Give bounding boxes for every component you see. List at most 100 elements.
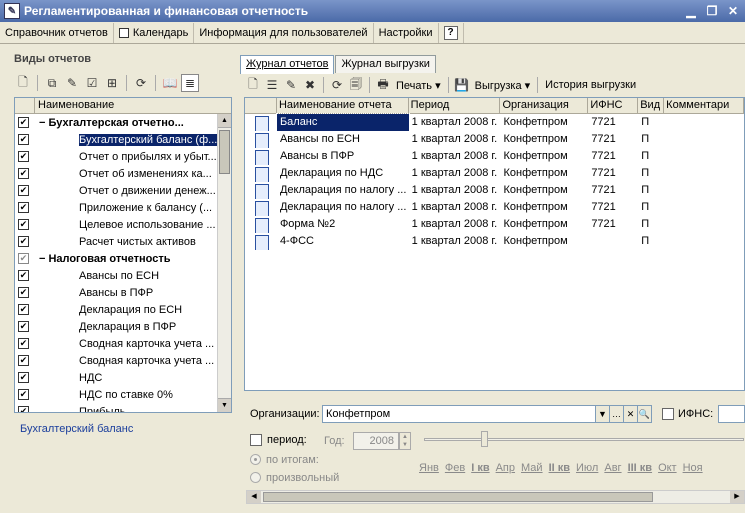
month-link[interactable]: Фев [442,462,468,474]
tree-row-checkbox[interactable]: ✔ [18,372,29,383]
org-dropdown-icon[interactable]: ▼ [595,405,610,423]
tree-row[interactable]: ✔ Авансы по ЕСН [15,267,231,284]
tree-row[interactable]: ✔ Декларация в ПФР [15,318,231,335]
tree-row-checkbox[interactable]: ✔ [18,202,29,213]
copy-icon[interactable]: ⧉ [43,74,61,92]
tab-export-journal[interactable]: Журнал выгрузки [335,55,436,73]
org-clear-icon[interactable]: ✕ [623,405,638,423]
scroll-down-icon[interactable]: ▼ [218,398,231,412]
tree-header-name[interactable]: Наименование [35,98,231,113]
tree-row-checkbox[interactable]: ✔ [18,304,29,315]
col-type[interactable]: Вид [638,98,665,113]
menu-calendar[interactable]: Календарь [114,22,195,43]
tree-row[interactable]: ✔ − Бухгалтерская отчетно... [15,114,231,131]
tree-row-checkbox[interactable]: ✔ [18,389,29,400]
month-link[interactable]: Ноя [680,462,706,474]
table-row[interactable]: Форма №2 1 квартал 2008 г. Конфетпром 7721 П [245,216,744,233]
month-link[interactable]: Май [518,462,546,474]
col-ifns[interactable]: ИФНС [588,98,639,113]
tree-row[interactable]: ✔ − Налоговая отчетность [15,250,231,267]
tree-row-checkbox[interactable]: ✔ [18,253,29,264]
col-organization[interactable]: Организация [500,98,589,113]
new-report-icon[interactable]: 🗋 [244,76,262,94]
refresh-icon[interactable]: ⟳ [132,74,150,92]
year-field[interactable]: 2008 [353,432,399,450]
org-search-icon[interactable]: 🔍 [637,405,652,423]
delete-report-icon[interactable]: ✖ [301,76,319,94]
tree-scrollbar[interactable]: ▲ ▼ [217,114,231,412]
table-row[interactable]: Авансы в ПФР 1 квартал 2008 г. Конфетпром 7… [245,148,744,165]
tree-row[interactable]: ✔ Приложение к балансу (... [15,199,231,216]
tab-reports-journal[interactable]: Журнал отчетов [240,55,335,74]
minimize-icon[interactable]: ▁ [682,3,700,19]
edit-icon[interactable]: ✎ [63,74,81,92]
period-slider-thumb[interactable] [481,431,488,447]
quarter-link[interactable]: II кв [546,462,573,474]
tree-row-checkbox[interactable]: ✔ [18,151,29,162]
month-link[interactable]: Июл [573,462,601,474]
menu-settings[interactable]: Настройки [374,22,439,43]
period-slider-track[interactable] [424,438,744,441]
tree-row[interactable]: ✔ Расчет чистых активов [15,233,231,250]
radio-by-totals[interactable] [250,454,261,465]
table-row[interactable]: Авансы по ЕСН 1 квартал 2008 г. Конфетпром… [245,131,744,148]
tree-icon[interactable]: ≣ [181,74,199,92]
period-checkbox[interactable] [250,434,262,446]
tree-row[interactable]: ✔ Авансы в ПФР [15,284,231,301]
period-scrollbar[interactable]: ◀ ▶ [246,490,745,504]
scroll-left-icon[interactable]: ◀ [247,491,261,503]
history-icon[interactable]: 🗐 [347,76,365,94]
year-spinner-icon[interactable]: ▲ ▼ [399,432,411,450]
radio-custom[interactable] [250,472,261,483]
col-period[interactable]: Период [409,98,501,113]
new-icon[interactable]: 🗋 [14,74,32,92]
quarter-link[interactable]: III кв [625,462,656,474]
collapse-icon[interactable]: − [39,117,45,129]
quarter-link[interactable]: I кв [468,462,492,474]
tree-row[interactable]: ✔ Отчет о движении денеж... [15,182,231,199]
col-comment[interactable]: Комментари [664,98,744,113]
tree-row[interactable]: ✔ Отчет об изменениях ка... [15,165,231,182]
month-link[interactable]: Апр [493,462,518,474]
check-all-icon[interactable]: ☑ [83,74,101,92]
tree-row[interactable]: ✔ Сводная карточка учета ... [15,352,231,369]
edit-report-icon[interactable]: ✎ [282,76,300,94]
scroll-thumb[interactable] [263,492,653,502]
export-history-button[interactable]: История выгрузки [542,79,639,91]
scroll-right-icon[interactable]: ▶ [730,491,744,503]
menu-reports-directory[interactable]: Справочник отчетов [0,22,114,43]
tree-row-checkbox[interactable]: ✔ [18,219,29,230]
scroll-up-icon[interactable]: ▲ [218,114,231,128]
org-field[interactable]: Конфетпром [322,405,638,423]
col-icon[interactable] [245,98,277,113]
collapse-icon[interactable]: − [39,253,45,265]
tree-row[interactable]: ✔ Декларация по ЕСН [15,301,231,318]
tree-row-checkbox[interactable]: ✔ [18,134,29,145]
maximize-icon[interactable]: ❐ [703,3,721,19]
tree-row-checkbox[interactable]: ✔ [18,236,29,247]
tree-row[interactable]: ✔ Сводная карточка учета ... [15,335,231,352]
ifns-checkbox[interactable] [662,408,674,420]
col-report-name[interactable]: Наименование отчета [277,98,409,113]
tree-row[interactable]: ✔ Бухгалтерский баланс (ф... [15,131,231,148]
export-button[interactable]: Выгрузка ▾ [472,79,534,92]
tree-row[interactable]: ✔ Прибыль [15,403,231,412]
print-button[interactable]: Печать ▾ [393,79,444,92]
tree-row[interactable]: ✔ НДС [15,369,231,386]
table-row[interactable]: 4-ФСС 1 квартал 2008 г. Конфетпром П [245,233,744,250]
table-row[interactable]: Декларация по налогу ... 1 квартал 2008 г… [245,199,744,216]
book-icon[interactable]: 📖 [161,74,179,92]
scroll-thumb[interactable] [219,130,230,174]
tree-row-checkbox[interactable]: ✔ [18,287,29,298]
menu-user-info[interactable]: Информация для пользователей [194,22,374,43]
table-row[interactable]: Декларация по НДС 1 квартал 2008 г. Конфет… [245,165,744,182]
tree-row-checkbox[interactable]: ✔ [18,321,29,332]
tree-row[interactable]: ✔ Отчет о прибылях и убыт... [15,148,231,165]
tree-row[interactable]: ✔ НДС по ставке 0% [15,386,231,403]
tree-row-checkbox[interactable]: ✔ [18,406,29,412]
help-icon[interactable]: ? [443,25,458,40]
tree-row-checkbox[interactable]: ✔ [18,168,29,179]
tree-view-icon[interactable]: ☰ [263,76,281,94]
table-row[interactable]: Баланс 1 квартал 2008 г. Конфетпром 7721 П [245,113,744,132]
month-link[interactable]: Авг [601,462,624,474]
